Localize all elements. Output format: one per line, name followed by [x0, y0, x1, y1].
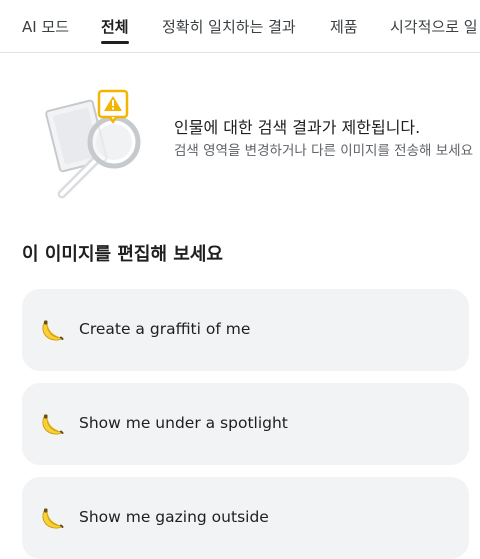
search-tabs: AI 모드 전체 정확히 일치하는 결과 제품 시각적으로 일 — [0, 0, 480, 53]
banana-icon — [42, 320, 64, 341]
active-tab-indicator — [101, 41, 129, 44]
banana-icon — [42, 414, 64, 435]
suggestion-label: Create a graffiti of me — [79, 320, 251, 338]
suggestion-gazing-outside[interactable]: Show me gazing outside — [22, 477, 469, 559]
tab-exact-match[interactable]: 정확히 일치하는 결과 — [162, 16, 296, 37]
magnifier-warning-icon — [45, 89, 141, 199]
tab-products[interactable]: 제품 — [330, 16, 358, 37]
tab-ai-mode[interactable]: AI 모드 — [22, 16, 69, 37]
suggestion-graffiti[interactable]: Create a graffiti of me — [22, 289, 469, 371]
tab-visual-matches[interactable]: 시각적으로 일 — [390, 16, 478, 37]
edit-section-heading: 이 이미지를 편집해 보세요 — [22, 244, 223, 265]
restricted-results-notice: 인물에 대한 검색 결과가 제한됩니다. 검색 영역을 변경하거나 다른 이미지… — [0, 80, 480, 210]
tab-all[interactable]: 전체 — [101, 16, 129, 37]
suggestion-label: Show me under a spotlight — [79, 414, 288, 432]
banana-icon — [42, 508, 64, 529]
notice-description: 검색 영역을 변경하거나 다른 이미지를 전송해 보세요 — [174, 143, 473, 159]
notice-title: 인물에 대한 검색 결과가 제한됩니다. — [174, 118, 421, 137]
suggestion-label: Show me gazing outside — [79, 508, 269, 526]
suggestion-spotlight[interactable]: Show me under a spotlight — [22, 383, 469, 465]
